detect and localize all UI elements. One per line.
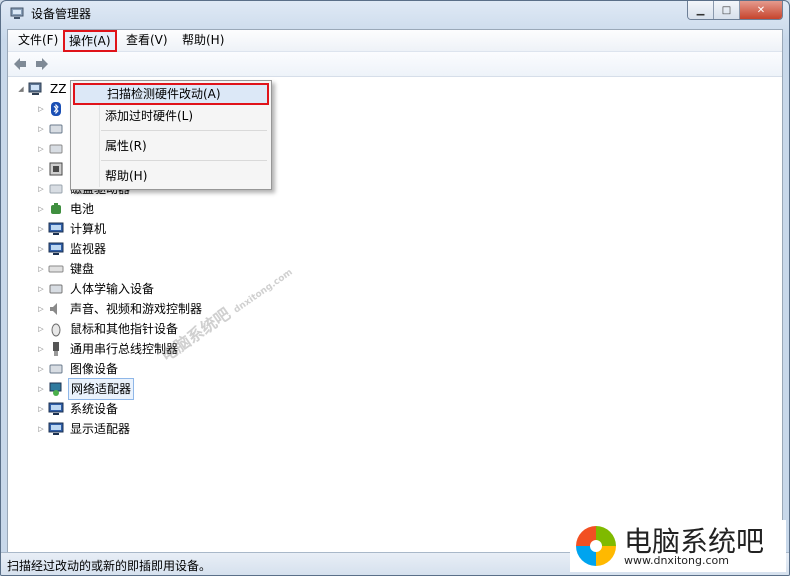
menu-separator: [101, 160, 267, 161]
bluetooth-icon: [51, 102, 61, 116]
expand-icon[interactable]: ▷: [36, 279, 46, 299]
expand-icon[interactable]: ▷: [36, 199, 46, 219]
network-adapter-icon: [49, 382, 62, 396]
window-title: 设备管理器: [31, 7, 92, 21]
forward-arrow-icon[interactable]: [34, 56, 50, 72]
tree-item-label: 系统设备: [70, 402, 119, 416]
maximize-button[interactable]: □: [714, 1, 740, 19]
usb-icon: [53, 342, 59, 356]
toolbar: [8, 52, 782, 77]
tree-item[interactable]: ▷ 鼠标和其他指针设备: [36, 319, 180, 339]
tree-item-label: 鼠标和其他指针设备: [70, 322, 179, 336]
tree-item-label: 声音、视频和游戏控制器: [70, 302, 203, 316]
action-dropdown-menu: 扫描检测硬件改动(A) 添加过时硬件(L) 属性(R) 帮助(H): [70, 80, 272, 190]
tree-item[interactable]: ▷ 电池: [36, 199, 96, 219]
expand-icon[interactable]: ▷: [36, 339, 46, 359]
menu-file[interactable]: 文件(F): [14, 32, 62, 48]
expand-icon[interactable]: ▷: [36, 119, 46, 139]
brand-url: www.dnxitong.com: [624, 554, 729, 567]
sound-icon: [50, 303, 57, 315]
tree-item[interactable]: ▷ 人体学输入设备: [36, 279, 156, 299]
expand-icon[interactable]: ▷: [36, 179, 46, 199]
menu-bar: 文件(F) 操作(A) 查看(V) 帮助(H): [8, 30, 782, 52]
expand-icon[interactable]: ▷: [36, 219, 46, 239]
scan-hardware-changes-item[interactable]: 扫描检测硬件改动(A): [73, 83, 269, 105]
back-arrow-icon[interactable]: [12, 56, 28, 72]
expand-icon[interactable]: ▷: [36, 319, 46, 339]
hid-icon: [49, 284, 63, 294]
expand-icon[interactable]: ▷: [36, 259, 46, 279]
tree-root[interactable]: ◢ ZZ: [16, 79, 68, 99]
expand-icon[interactable]: ▷: [36, 299, 46, 319]
tree-item-label: 计算机: [70, 222, 107, 236]
tree-item[interactable]: ▷ 键盘: [36, 259, 96, 279]
device-manager-window: 设备管理器 ▁ □ ✕ 文件(F) 操作(A) 查看(V) 帮助(H) ◢ ZZ…: [0, 0, 790, 576]
expand-icon[interactable]: ▷: [36, 359, 46, 379]
mouse-icon: [51, 323, 61, 337]
menu-action[interactable]: 操作(A): [63, 30, 117, 52]
tree-item[interactable]: ▷ 监视器: [36, 239, 108, 259]
tree-item-label: 网络适配器: [68, 378, 135, 400]
tree-item[interactable]: ▷: [36, 139, 72, 159]
tree-item-label: 键盘: [70, 262, 95, 276]
monitor-icon: [48, 242, 64, 255]
tree-item-label: 显示适配器: [70, 422, 131, 436]
tree-item[interactable]: ▷ 图像设备: [36, 359, 120, 379]
tree-item[interactable]: ▷: [36, 99, 72, 119]
window-controls: ▁ □ ✕: [687, 1, 783, 20]
collapse-icon[interactable]: ◢: [16, 79, 26, 99]
tree-item-label: 图像设备: [70, 362, 119, 376]
ide-icon: [49, 144, 63, 154]
tree-item[interactable]: ▷: [36, 119, 72, 139]
disk-drive-icon: [49, 184, 63, 194]
status-text: 扫描经过改动的或新的即插即用设备。: [7, 559, 212, 573]
expand-icon[interactable]: ▷: [36, 99, 46, 119]
tree-item-label: 电池: [70, 202, 95, 216]
processor-icon: [49, 162, 63, 176]
menu-view[interactable]: 查看(V): [122, 32, 172, 48]
client-area: 文件(F) 操作(A) 查看(V) 帮助(H) ◢ ZZ ▷ ▷ ▷ ▷ ▷ ▷…: [7, 29, 783, 553]
title-bar: 设备管理器 ▁ □ ✕: [1, 1, 789, 27]
tree-item[interactable]: ▷ 网络适配器: [36, 378, 135, 400]
minimize-button[interactable]: ▁: [688, 1, 714, 19]
menu-help[interactable]: 帮助(H): [178, 32, 228, 48]
expand-icon[interactable]: ▷: [36, 159, 46, 179]
menu-separator: [101, 130, 267, 131]
expand-icon[interactable]: ▷: [36, 239, 46, 259]
expand-icon[interactable]: ▷: [36, 379, 46, 399]
properties-item[interactable]: 属性(R): [73, 135, 269, 157]
add-legacy-hardware-item[interactable]: 添加过时硬件(L): [73, 105, 269, 127]
expand-icon[interactable]: ▷: [36, 139, 46, 159]
expand-icon[interactable]: ▷: [36, 399, 46, 419]
camera-icon: [49, 364, 63, 374]
keyboard-icon: [48, 265, 64, 273]
computer-root-icon: [28, 82, 42, 95]
brand-overlay: 电脑系统吧 www.dnxitong.com: [570, 520, 786, 572]
windows-logo-icon: [576, 526, 616, 566]
tree-item[interactable]: ▷ 系统设备: [36, 399, 120, 419]
tree-item-label: 人体学输入设备: [70, 282, 155, 296]
system-device-icon: [48, 402, 64, 415]
computer-icon: [48, 222, 64, 235]
expand-icon[interactable]: ▷: [36, 419, 46, 439]
root-label: ZZ: [50, 82, 67, 96]
tree-item[interactable]: ▷ 声音、视频和游戏控制器: [36, 299, 204, 319]
device-icon: [49, 124, 63, 134]
display-adapter-icon: [48, 422, 64, 435]
device-manager-icon: [10, 7, 24, 19]
help-item[interactable]: 帮助(H): [73, 165, 269, 187]
tree-item[interactable]: ▷ 计算机: [36, 219, 108, 239]
battery-icon: [51, 203, 61, 214]
tree-item-label: 监视器: [70, 242, 107, 256]
tree-item[interactable]: ▷ 显示适配器: [36, 419, 132, 439]
close-button[interactable]: ✕: [740, 1, 782, 19]
